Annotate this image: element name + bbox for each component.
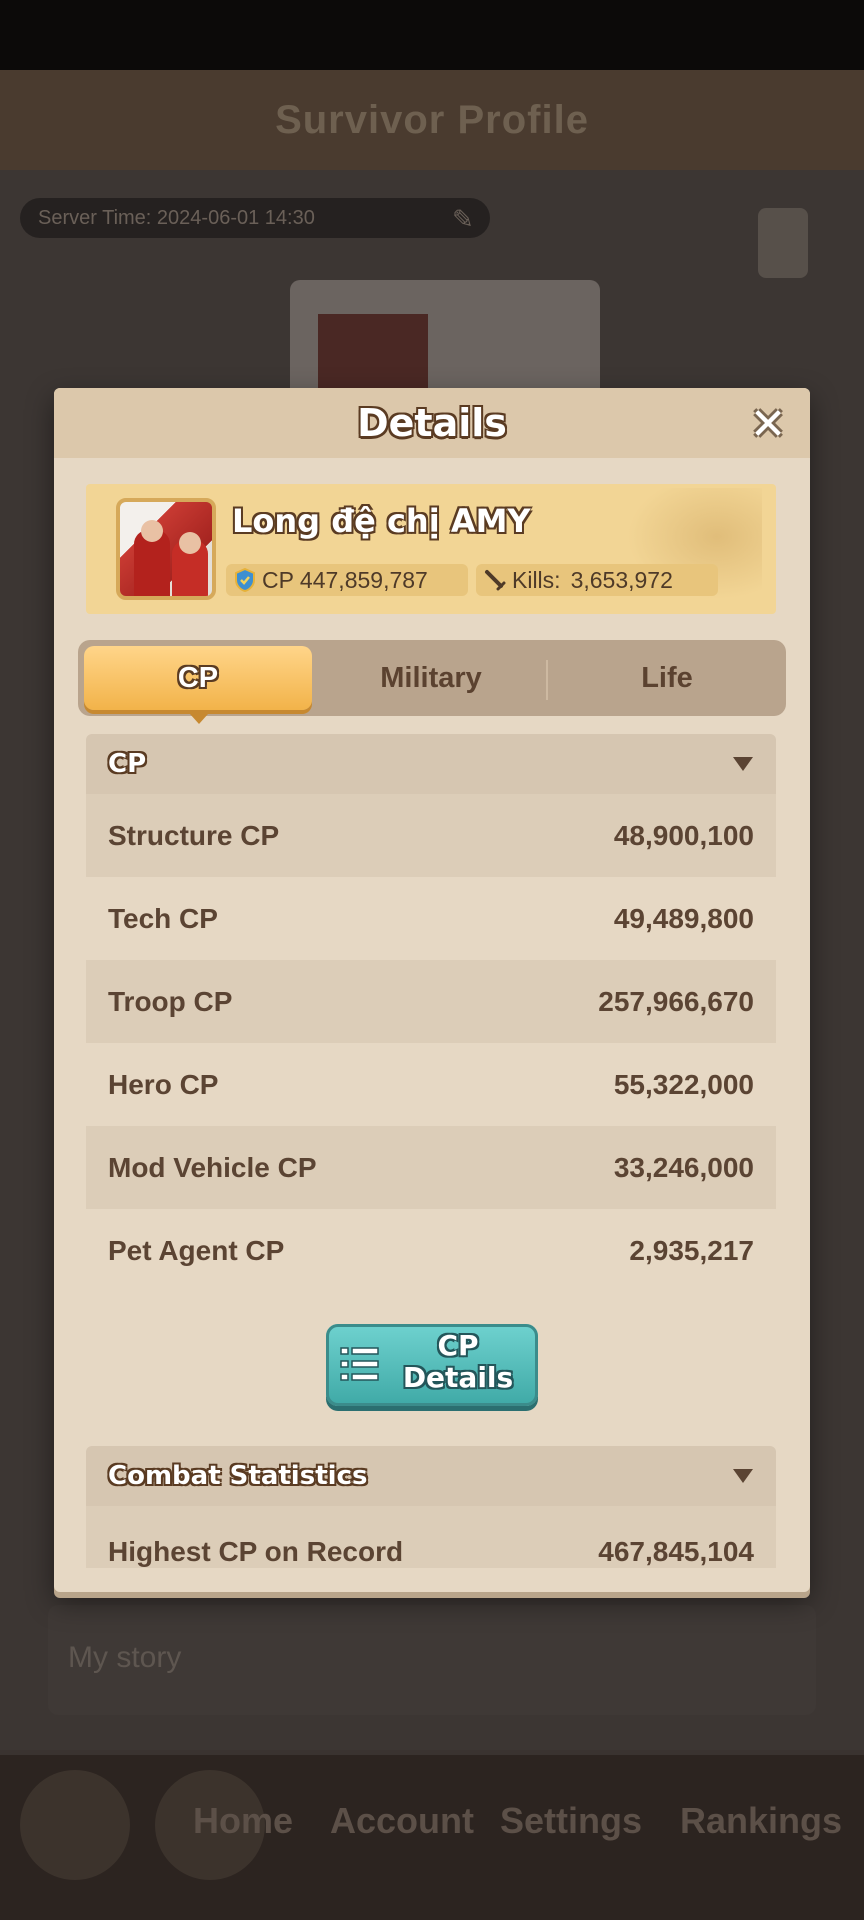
avatar[interactable] [116,498,216,600]
tab-bar: CP Military Life [78,640,786,724]
row-label: Structure CP [108,819,280,851]
background-story-field: My story [48,1605,816,1715]
row-value: 257,966,670 [598,985,754,1017]
cp-row-structure: Structure CP 48,900,100 [86,794,776,877]
cp-row-troop: Troop CP 257,966,670 [86,960,776,1043]
combat-section-title: Combat Statistics [108,1461,368,1491]
collapse-arrow-icon[interactable] [732,1468,754,1484]
row-value: 467,845,104 [598,1536,754,1567]
cp-section-header[interactable]: CP [86,734,776,794]
server-time-pill: Server Time: 2024-06-01 14:30 [20,198,490,238]
tab-divider [546,660,548,700]
list-icon [340,1347,379,1381]
cp-stat: CP 447,859,787 [226,564,468,596]
row-value: 48,900,100 [613,819,754,851]
row-value: 55,322,000 [613,1068,754,1100]
row-label: Troop CP [108,985,233,1017]
kills-value: 3,653,972 [570,566,673,593]
sword-icon [485,570,506,591]
combat-section-header[interactable]: Combat Statistics [86,1446,776,1506]
modal-header: Details [54,388,810,458]
collapse-arrow-icon[interactable] [732,756,754,772]
tab-military[interactable]: Military [314,646,548,710]
cp-details-button-label: CP Details [402,1329,514,1394]
background-photo [290,280,600,400]
nav-rankings: Rankings [680,1800,843,1841]
kills-label: Kills: [512,566,561,593]
shield-icon [235,568,255,592]
status-bar [0,0,864,70]
background-header-title: Survivor Profile [275,97,589,142]
row-value: 2,935,217 [629,1234,754,1266]
row-value: 49,489,800 [613,902,754,934]
row-value: 33,246,000 [613,1151,754,1183]
background-header: Survivor Profile [0,70,864,170]
cp-row-pet-agent: Pet Agent CP 2,935,217 [86,1209,776,1292]
row-label: Hero CP [108,1068,219,1100]
close-icon[interactable]: ✕ [746,400,790,449]
cp-section-title: CP [108,749,147,779]
edit-icon: ✎ [452,204,474,234]
player-name: Long đệ chị AMY [232,502,531,540]
avatar-figure-head [141,520,163,542]
tab-life[interactable]: Life [550,646,784,710]
nav-home: Home [192,1800,294,1841]
cp-row-tech: Tech CP 49,489,800 [86,877,776,960]
row-label: Tech CP [108,902,218,934]
nav-settings: Settings [500,1800,643,1841]
row-label: Mod Vehicle CP [108,1151,317,1183]
nav-avatar-icon [20,1770,130,1880]
tab-cp[interactable]: CP [84,646,312,724]
cp-stat-value: CP 447,859,787 [262,566,428,593]
player-banner: Long đệ chị AMY CP 447,859,787 Kills: 3,… [86,484,776,614]
cp-row-mod-vehicle: Mod Vehicle CP 33,246,000 [86,1126,776,1209]
details-modal: Details ✕ Long đệ chị AMY CP 447,859,787… [54,388,810,1592]
row-label: Pet Agent CP [108,1234,285,1266]
combat-row-highest-cp: Highest CP on Record 467,845,104 [86,1506,776,1568]
trash-icon [758,208,808,278]
cp-row-hero: Hero CP 55,322,000 [86,1043,776,1126]
modal-title: Details [357,401,507,445]
nav-account: Account [330,1800,474,1841]
row-label: Highest CP on Record [108,1536,404,1567]
kills-stat: Kills: 3,653,972 [476,564,718,596]
cp-details-button[interactable]: CP Details [326,1324,538,1406]
avatar-figure-head [179,532,201,554]
